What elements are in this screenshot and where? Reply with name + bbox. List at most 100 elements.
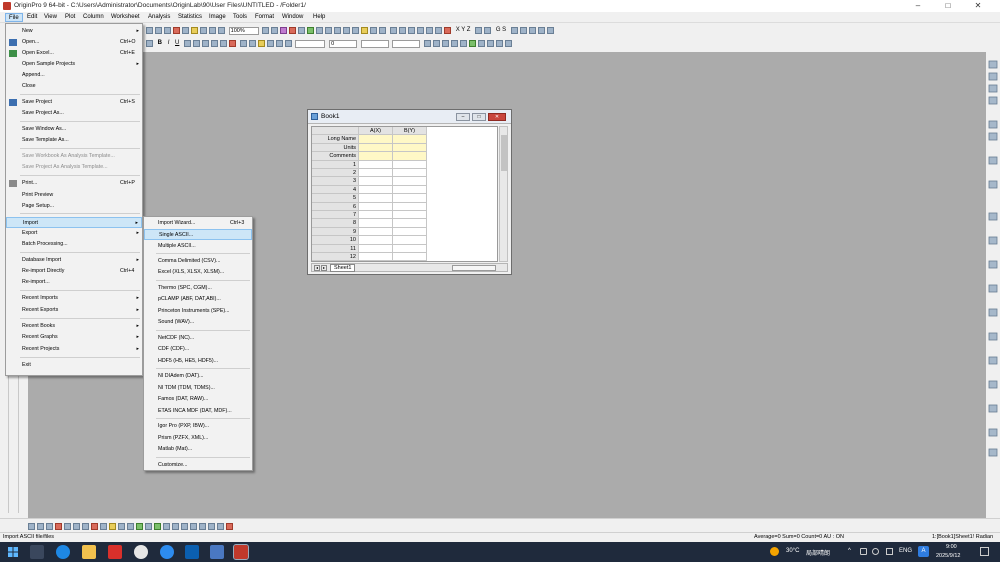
chrome-icon[interactable] bbox=[134, 545, 148, 559]
file-menu-item-exit[interactable]: Exit bbox=[6, 360, 142, 371]
notification-icon[interactable] bbox=[980, 547, 989, 556]
row-header[interactable]: 5 bbox=[312, 194, 359, 203]
special-plot-icon[interactable] bbox=[226, 523, 233, 530]
file-menu-item-recent-graphs[interactable]: Recent Graphs ▸ bbox=[6, 332, 142, 343]
scatter-plot-icon[interactable] bbox=[37, 523, 44, 530]
color-scale-icon[interactable] bbox=[496, 40, 504, 47]
center-align-icon[interactable] bbox=[248, 40, 256, 47]
file-menu-item-append[interactable]: Append... bbox=[6, 70, 142, 81]
import-menu-item-ni-diadem-dat[interactable]: NI DIAdem (DAT)... bbox=[144, 371, 252, 382]
menu-format[interactable]: Format bbox=[252, 13, 277, 22]
import-menu-item-cdf-cdf[interactable]: CDF (CDF)... bbox=[144, 344, 252, 355]
layer-icon[interactable] bbox=[460, 40, 468, 47]
import-wizard-icon[interactable] bbox=[191, 27, 198, 34]
results-log-icon[interactable] bbox=[271, 27, 279, 34]
merge-icon[interactable] bbox=[469, 40, 477, 47]
arrange-icon[interactable] bbox=[478, 40, 486, 47]
file-menu-item-save-project-as-analysis-template[interactable]: Save Project As Analysis Template... bbox=[6, 162, 142, 173]
cell[interactable] bbox=[359, 244, 393, 253]
weather-temp[interactable]: 30°C bbox=[786, 548, 799, 554]
import-menu-item-ni-tdm-tdm-tdms[interactable]: NI TDM (TDM, TDMS)... bbox=[144, 383, 252, 394]
file-menu-item-save-window-as[interactable]: Save Window As... bbox=[6, 124, 142, 135]
subscript-icon[interactable] bbox=[193, 40, 201, 47]
polar-plot-icon[interactable] bbox=[163, 523, 170, 530]
workbook-minimize-button[interactable]: – bbox=[456, 113, 470, 121]
menu-edit[interactable]: Edit bbox=[24, 13, 40, 22]
rescale-icon[interactable] bbox=[505, 40, 513, 47]
file-menu-item-recent-projects[interactable]: Recent Projects ▸ bbox=[6, 344, 142, 355]
file-menu-item-open[interactable]: Open... Ctrl+O bbox=[6, 37, 142, 48]
file-menu-item-database-import[interactable]: Database Import ▸ bbox=[6, 255, 142, 266]
menu-column[interactable]: Column bbox=[80, 13, 107, 22]
menu-worksheet[interactable]: Worksheet bbox=[108, 13, 143, 22]
move-last-icon[interactable] bbox=[537, 27, 545, 34]
file-menu-item-re-import-directly[interactable]: Re-import Directly Ctrl+4 bbox=[6, 266, 142, 277]
cell[interactable] bbox=[359, 177, 393, 186]
print-toolbar-icon[interactable] bbox=[200, 27, 207, 34]
multi-panel-icon[interactable] bbox=[145, 523, 152, 530]
mask-icon[interactable] bbox=[435, 27, 443, 34]
file-menu-item-re-import[interactable]: Re-import... bbox=[6, 277, 142, 288]
remote-desktop-icon[interactable] bbox=[210, 545, 224, 559]
import-menu-item-hdf5-h5-he5-hdf5[interactable]: HDF5 (H5, HE5, HDF5)... bbox=[144, 356, 252, 367]
network-icon[interactable] bbox=[860, 548, 867, 555]
error-bar-icon[interactable] bbox=[199, 523, 206, 530]
left-align-icon[interactable] bbox=[239, 40, 247, 47]
new-matrix-icon[interactable] bbox=[352, 27, 360, 34]
menu-view[interactable]: View bbox=[41, 13, 60, 22]
column-header-b[interactable]: B(Y) bbox=[393, 127, 427, 136]
column-header-a[interactable]: A(X) bbox=[359, 127, 393, 136]
cell[interactable] bbox=[393, 169, 427, 178]
tab-prev-icon[interactable]: ◂ bbox=[314, 265, 320, 271]
row-header[interactable]: 8 bbox=[312, 219, 359, 228]
font-icon[interactable] bbox=[146, 40, 153, 47]
layout-icon[interactable] bbox=[325, 27, 333, 34]
worksheet-grid[interactable]: A(X) B(Y) Long Name Units Comments 1 2 3 4 5 6 7 8… bbox=[311, 126, 498, 262]
corner-header[interactable] bbox=[312, 127, 359, 136]
surface-plot-icon[interactable] bbox=[118, 523, 125, 530]
file-menu-item-batch-processing[interactable]: Batch Processing... bbox=[6, 239, 142, 250]
new-workbook-icon[interactable] bbox=[334, 27, 342, 34]
row-header[interactable]: 7 bbox=[312, 211, 359, 220]
command-window-icon[interactable] bbox=[280, 27, 288, 34]
workbook-title-bar[interactable]: Book1 – □ ✕ bbox=[308, 110, 511, 124]
cell[interactable] bbox=[359, 194, 393, 203]
file-menu-item-close[interactable]: Close bbox=[6, 81, 142, 92]
menu-tools[interactable]: Tools bbox=[230, 13, 250, 22]
import-menu-item-multiple-ascii[interactable]: Multiple ASCII... bbox=[144, 241, 252, 252]
import-menu-item-etas-inca-mdf-dat-mdf[interactable]: ETAS INCA MDF (DAT, MDF)... bbox=[144, 406, 252, 417]
cell[interactable] bbox=[393, 177, 427, 186]
menu-statistics[interactable]: Statistics bbox=[175, 13, 205, 22]
move-right-icon[interactable] bbox=[519, 27, 527, 34]
row-header[interactable]: 6 bbox=[312, 202, 359, 211]
statistics-plot-icon[interactable] bbox=[136, 523, 143, 530]
underline-button[interactable]: U bbox=[175, 40, 179, 46]
file-menu-item-export[interactable]: Export ▸ bbox=[6, 228, 142, 239]
ime-icon[interactable]: A bbox=[918, 546, 929, 557]
image-plot-icon[interactable] bbox=[217, 523, 224, 530]
import-menu-item-princeton-instruments-spe[interactable]: Princeton Instruments (SPE)... bbox=[144, 306, 252, 317]
file-menu-item-recent-imports[interactable]: Recent Imports ▸ bbox=[6, 293, 142, 304]
maximize-button[interactable]: □ bbox=[934, 0, 962, 12]
font-color-icon[interactable] bbox=[229, 40, 237, 47]
border-icon[interactable] bbox=[284, 40, 292, 47]
column-plot-icon[interactable] bbox=[55, 523, 62, 530]
axis-icon[interactable] bbox=[433, 40, 441, 47]
file-explorer-icon[interactable] bbox=[82, 545, 96, 559]
edge-browser-icon[interactable] bbox=[56, 545, 70, 559]
increase-font-icon[interactable] bbox=[211, 40, 219, 47]
workbook-close-button[interactable]: ✕ bbox=[488, 113, 506, 121]
cell[interactable] bbox=[359, 185, 393, 195]
row-header[interactable]: 2 bbox=[312, 169, 359, 178]
cell[interactable] bbox=[393, 253, 427, 261]
menu-window[interactable]: Window bbox=[279, 13, 306, 22]
horizontal-scrollbar[interactable] bbox=[452, 265, 496, 271]
set-column-label-icon[interactable] bbox=[475, 27, 483, 34]
line-plot-icon[interactable] bbox=[28, 523, 35, 530]
file-menu-item-save-project-as[interactable]: Save Project As... bbox=[6, 108, 142, 119]
contour-plot-icon[interactable] bbox=[127, 523, 134, 530]
apps-icon[interactable] bbox=[316, 27, 324, 34]
row-header[interactable]: 3 bbox=[312, 177, 359, 186]
cell[interactable] bbox=[359, 219, 393, 228]
input-language[interactable]: ENG bbox=[899, 548, 912, 554]
